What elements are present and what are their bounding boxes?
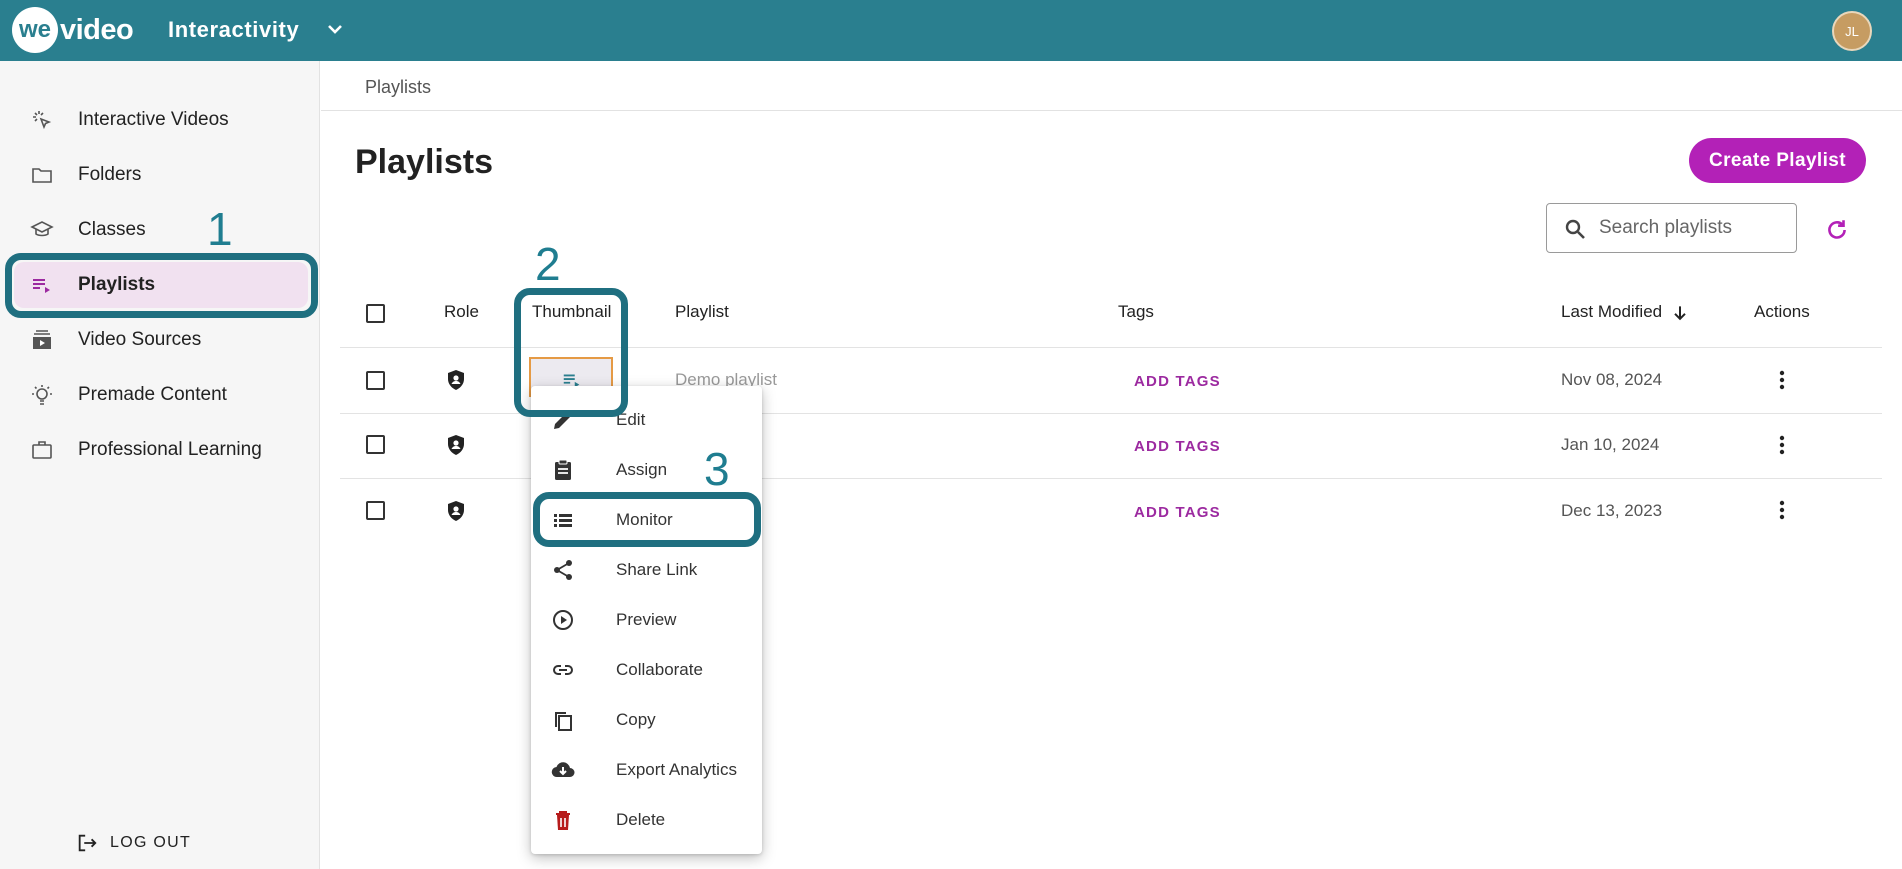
more-vert-icon[interactable] [1770,433,1794,457]
menu-item-copy[interactable]: Copy [531,695,762,745]
lightbulb-icon [32,385,52,405]
logout-label: LOG OUT [110,834,192,851]
cloud-download-icon [551,762,575,778]
breadcrumb: Playlists [321,61,1902,111]
copy-icon [555,712,572,731]
sidebar-item-premade-content[interactable]: Premade Content [14,372,308,418]
share-icon [554,560,572,580]
folder-icon [32,168,52,183]
menu-item-label: Preview [616,610,677,629]
annotation-number-2: 2 [535,238,561,290]
logo-badge: we [12,7,58,53]
more-vert-icon[interactable] [1770,498,1794,522]
menu-item-label: Assign [616,460,668,479]
sidebar-item-label: Professional Learning [78,439,262,460]
refresh-icon[interactable] [1824,217,1850,243]
annotation-highlight-1 [5,253,318,318]
menu-item-share-link[interactable]: Share Link [531,545,762,595]
menu-item-label: Export Analytics [616,760,737,779]
logout-button[interactable]: LOG OUT [76,832,191,854]
chevron-down-icon[interactable] [323,17,347,41]
more-vert-icon[interactable] [1770,368,1794,392]
menu-item-label: Share Link [616,560,698,579]
sidebar-item-folders[interactable]: Folders [14,152,308,198]
row-checkbox[interactable] [366,501,385,520]
select-all-checkbox[interactable] [366,304,385,323]
last-modified-date: Nov 08, 2024 [1561,370,1663,389]
add-tags-button[interactable]: ADD TAGS [1134,438,1221,455]
shield-user-icon [448,370,464,390]
search-icon [1565,219,1585,239]
menu-item-label: Delete [616,810,666,829]
logout-icon [78,834,97,852]
graduation-cap-icon [30,221,54,237]
menu-item-label: Collaborate [616,660,703,679]
create-playlist-button[interactable]: Create Playlist [1689,138,1866,183]
add-tags-button[interactable]: ADD TAGS [1134,373,1221,390]
sidebar-item-label: Video Sources [78,329,202,350]
menu-item-collaborate[interactable]: Collaborate [531,645,762,695]
column-header-actions: Actions [1754,302,1810,321]
clipboard-icon [555,459,571,480]
top-bar: we video Interactivity JL [0,0,1902,61]
add-tags-button[interactable]: ADD TAGS [1134,504,1221,521]
menu-item-delete[interactable]: Delete [531,795,762,845]
row-checkbox[interactable] [366,371,385,390]
column-header-role: Role [444,302,479,321]
logo-text: video [60,13,134,46]
avatar[interactable]: JL [1832,11,1872,51]
arrow-down-icon[interactable] [1670,303,1690,323]
annotation-number-3: 3 [704,443,730,495]
annotation-number-1: 1 [207,203,233,255]
column-header-last-modified[interactable]: Last Modified [1561,302,1662,322]
annotation-highlight-3 [533,492,761,547]
column-header-tags: Tags [1118,302,1154,321]
search-input[interactable] [1599,214,1784,242]
sidebar-item-video-sources[interactable]: Video Sources [14,317,308,363]
menu-item-export-analytics[interactable]: Export Analytics [531,745,762,795]
sidebar-item-label: Premade Content [78,384,227,405]
breadcrumb-item[interactable]: Playlists [365,77,431,98]
sidebar-item-label: Interactive Videos [78,109,229,130]
cursor-click-icon [33,111,52,130]
search-box [1546,203,1797,253]
menu-item-preview[interactable]: Preview [531,595,762,645]
last-modified-date: Dec 13, 2023 [1561,501,1663,520]
sidebar-item-classes[interactable]: Classes [14,207,308,253]
sidebar-item-label: Classes [78,219,146,240]
sidebar-item-label: Folders [78,164,142,185]
sidebar-item-professional-learning[interactable]: Professional Learning [14,427,308,473]
app-switcher-title[interactable]: Interactivity [168,17,299,43]
sidebar: Interactive Videos Folders Classes Playl… [0,61,320,869]
video-stack-icon [33,330,51,349]
menu-item-label: Copy [616,710,656,729]
wevideo-logo[interactable]: we video [12,7,134,53]
briefcase-icon [32,441,52,459]
play-circle-icon [553,610,573,630]
last-modified-date: Jan 10, 2024 [1561,435,1660,454]
trash-icon [556,811,570,830]
page-title: Playlists [355,143,493,181]
shield-user-icon [448,435,464,455]
row-checkbox[interactable] [366,435,385,454]
column-header-playlist[interactable]: Playlist [675,302,729,322]
sidebar-item-interactive-videos[interactable]: Interactive Videos [14,97,308,143]
annotation-highlight-2 [514,288,628,417]
shield-user-icon [448,501,464,521]
link-icon [553,665,573,675]
